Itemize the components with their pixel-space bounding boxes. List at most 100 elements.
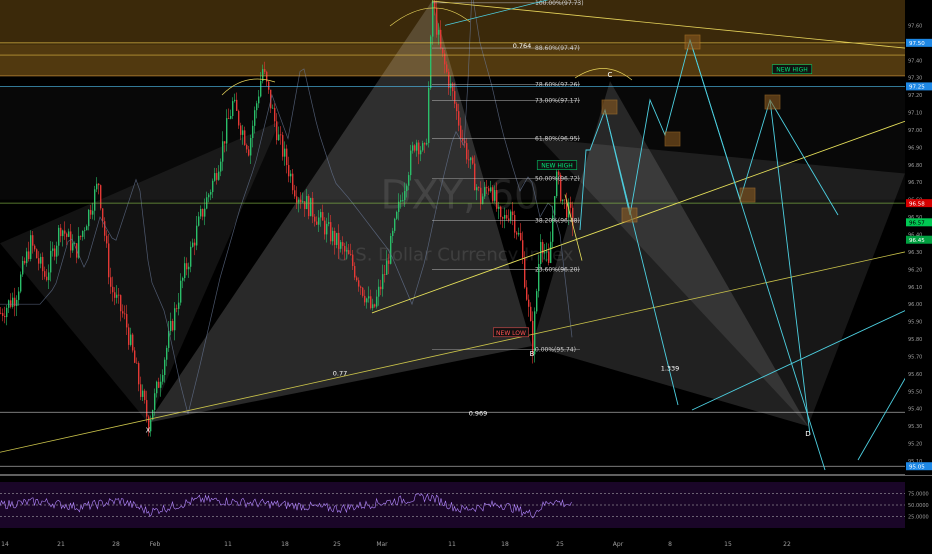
price-tick-label: 97.40: [908, 58, 922, 64]
candle-body: [510, 211, 512, 221]
candle-body: [480, 187, 482, 205]
candle-body: [558, 171, 560, 176]
candle-body: [314, 216, 316, 222]
candle-body: [406, 185, 408, 192]
candle-body: [456, 103, 458, 112]
price-tick-label: 95.30: [908, 424, 922, 430]
candle-body: [244, 130, 246, 146]
candle-body: [72, 243, 74, 251]
price-tick-label: 96.30: [908, 250, 922, 256]
candle-body: [128, 327, 130, 345]
price-tick-label: 97.60: [908, 23, 922, 29]
candle-body: [254, 110, 256, 126]
candle-body: [24, 260, 26, 264]
candle-body: [438, 29, 440, 35]
candle-body: [82, 230, 84, 237]
candle-body: [70, 231, 72, 251]
candle-body: [356, 277, 358, 281]
candle-body: [226, 118, 228, 144]
candle-body: [196, 225, 198, 246]
candle-body: [396, 211, 398, 219]
price-tick-label: 96.10: [908, 285, 922, 291]
candle-body: [358, 280, 360, 287]
time-tick-label: 25: [333, 541, 341, 548]
candle-body: [508, 218, 510, 221]
candle-body: [134, 350, 136, 363]
candle-body: [114, 292, 116, 298]
candle-body: [202, 208, 204, 217]
candle-body: [246, 145, 248, 150]
candle-body: [162, 375, 164, 382]
candle-body: [392, 230, 394, 237]
candle-body: [288, 165, 290, 177]
candle-body: [130, 334, 132, 345]
price-tag-label: 97.50: [909, 41, 925, 47]
candle-body: [380, 286, 382, 290]
candle-body: [58, 227, 60, 246]
candle-body: [500, 206, 502, 218]
time-tick-label: Mar: [376, 541, 388, 548]
candle-body: [368, 296, 370, 299]
candle-body: [304, 201, 306, 210]
fib-label: 88.60%(97.47): [535, 45, 580, 52]
candle-body: [402, 199, 404, 201]
candle-body: [352, 254, 354, 267]
candle-body: [336, 232, 338, 245]
candle-body: [68, 231, 70, 237]
candle-body: [484, 187, 486, 197]
candle-body: [468, 159, 470, 161]
fib-label: 73.00%(97.17): [535, 97, 580, 104]
time-axis[interactable]: 14 21 28 Feb 11 18 25 Mar 11 18 25 Apr 8 15 22: [0, 535, 932, 550]
price-tag-label: 96.45: [909, 238, 925, 244]
candle-body: [308, 196, 310, 217]
candle-body: [460, 125, 462, 139]
candle-body: [240, 125, 242, 135]
candle-body: [178, 302, 180, 309]
candle-body: [328, 222, 330, 224]
time-tick-label: 18: [281, 541, 289, 548]
reversal-box: [664, 131, 681, 147]
price-chart[interactable]: DXY, 60U.S. Dollar Currency Index 100.00…: [0, 0, 932, 550]
time-tick-label: 15: [724, 541, 732, 548]
candle-body: [122, 311, 124, 314]
candle-body: [536, 291, 538, 312]
candle-body: [478, 187, 480, 189]
candle-body: [414, 145, 416, 151]
candle-body: [86, 226, 88, 231]
candle-body: [276, 121, 278, 141]
candle-body: [474, 163, 476, 191]
candle-body: [290, 173, 292, 177]
fib-label: 0.00%(95.74): [535, 346, 576, 353]
candle-body: [64, 230, 66, 234]
candle-body: [20, 274, 22, 292]
candle-body: [426, 142, 428, 145]
candle-body: [286, 148, 288, 166]
candle-body: [42, 256, 44, 272]
candle-body: [386, 260, 388, 275]
candle-body: [488, 188, 490, 192]
fib-label: 50.00%(96.72): [535, 176, 580, 183]
candle-body: [102, 208, 104, 222]
fib-label: 23.60%(96.20): [535, 266, 580, 273]
price-tick-label: 95.80: [908, 337, 922, 343]
rsi-pane: 75.0000 50.0000 25.0000: [0, 474, 932, 528]
candle-body: [28, 251, 30, 259]
candle-body: [242, 130, 244, 135]
candle-body: [442, 47, 444, 54]
candle-body: [324, 220, 326, 235]
candle-body: [176, 308, 178, 310]
candle-body: [470, 157, 472, 161]
candle-body: [370, 296, 372, 309]
candle-body: [302, 201, 304, 203]
candle-body: [516, 232, 518, 235]
price-axis[interactable]: 97.60 97.50 97.40 97.30 97.20 97.10 97.00 96.90…: [905, 0, 932, 475]
candle-body: [116, 294, 118, 298]
candle-body: [30, 235, 32, 259]
reversal-box: [684, 34, 701, 50]
candle-body: [280, 134, 282, 136]
candle-body: [200, 208, 202, 217]
candle-body: [450, 83, 452, 89]
candle-body: [198, 216, 200, 226]
candle-body: [472, 157, 474, 164]
candle-body: [458, 111, 460, 126]
